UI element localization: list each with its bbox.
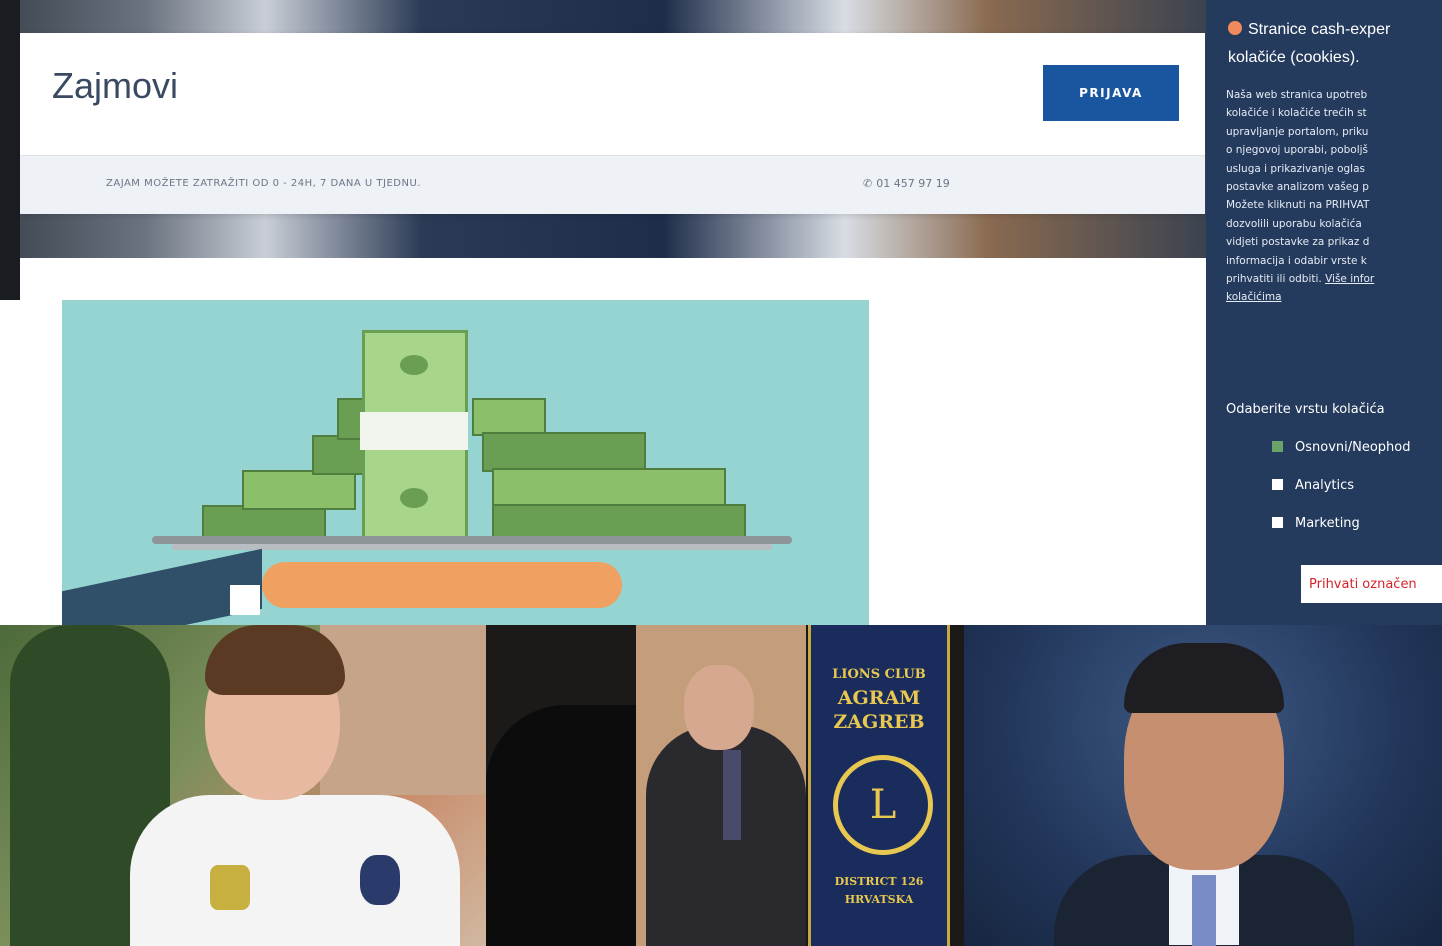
cookie-text-line: upravljanje portalom, priku: [1226, 125, 1369, 138]
photo-hair: [1124, 643, 1284, 713]
cookie-text-line: Možete kliknuti na PRIHVAT: [1226, 199, 1370, 212]
checkbox-checked[interactable]: [1272, 441, 1283, 452]
checkbox[interactable]: [1272, 479, 1283, 490]
banner-bottom-line2: HRVATSKA: [844, 893, 914, 906]
cookie-option-label: Marketing: [1295, 516, 1360, 531]
photo-building: [320, 625, 486, 795]
cookie-title-line1: Stranice cash-exper: [1248, 21, 1391, 38]
phone-contact[interactable]: ✆ 01 457 97 19: [863, 177, 950, 190]
cookie-text-line: o njegovoj uporabi, poboljš: [1226, 144, 1369, 157]
cookie-option-essential[interactable]: Osnovni/Neophod: [1272, 440, 1411, 455]
cookie-type-heading: Odaberite vrstu kolačića: [1226, 402, 1385, 417]
tray-shadow: [172, 544, 772, 550]
bill-circle: [400, 488, 428, 508]
lions-emblem: L: [833, 755, 933, 855]
cookie-title-line2: kolačiće (cookies).: [1228, 49, 1360, 66]
money-stack: [492, 468, 726, 508]
polo-logo: [360, 855, 400, 905]
info-bar: ZAJAM MOŽETE ZATRAŽITI OD 0 - 24H, 7 DAN…: [20, 155, 1205, 214]
money-stack: [492, 504, 746, 540]
banner-text-line2: AGRAM: [837, 687, 921, 709]
serving-tray: [152, 536, 792, 544]
cookie-text-line: vidjeti postavke za prikaz d: [1226, 236, 1370, 249]
photo-piano: [486, 705, 636, 946]
photo-speaker-face: [684, 665, 754, 750]
cookie-text-line: dozvolili uporabu kolačića: [1226, 217, 1362, 230]
cookie-icon: [1228, 21, 1242, 35]
hero-left-edge: [0, 0, 20, 300]
cookie-option-analytics[interactable]: Analytics: [1272, 478, 1354, 493]
more-info-link-line2[interactable]: kolačićima: [1226, 288, 1442, 306]
banner-bottom-line1: DISTRICT 126: [834, 875, 924, 888]
more-info-link[interactable]: Više infor: [1325, 273, 1374, 285]
login-button[interactable]: PRIJAVA: [1043, 65, 1179, 121]
phone-number: 01 457 97 19: [876, 177, 950, 190]
cookie-text-line: kolačiće i kolačiće trećih st: [1226, 107, 1367, 120]
cookie-text-line: postavke analizom vašeg p: [1226, 181, 1369, 194]
cookie-text-line: usluga i prikazivanje oglas: [1226, 162, 1365, 175]
cookie-consent-panel: Stranice cash-exper kolačiće (cookies). …: [1206, 0, 1442, 625]
cookie-option-marketing[interactable]: Marketing: [1272, 516, 1360, 531]
checkbox[interactable]: [1272, 517, 1283, 528]
money-band: [360, 412, 468, 450]
cookie-option-label: Analytics: [1295, 478, 1355, 493]
cookie-text-line: informacija i odabir vrste k: [1226, 254, 1367, 267]
banner-text-line1: LIONS CLUB: [832, 667, 926, 682]
money-stack: [202, 505, 326, 539]
phone-icon: ✆: [863, 177, 873, 190]
cookie-text-line: prihvatiti ili odbiti.: [1226, 273, 1322, 286]
money-stack: [472, 398, 546, 436]
cookie-title: Stranice cash-exper kolačiće (cookies).: [1228, 16, 1442, 72]
shirt-crest: [210, 865, 250, 910]
site-header: Zajmovi PRIJAVA ZAJAM MOŽETE ZATRAŽITI O…: [20, 33, 1205, 214]
cookie-option-label: Osnovni/Neophod: [1295, 440, 1411, 455]
photo-shirt: [130, 795, 460, 946]
photo-tie: [1192, 875, 1216, 946]
brand-logo[interactable]: Zajmovi: [52, 65, 178, 107]
cookie-description: Naša web stranica upotreb kolačiće i kol…: [1226, 86, 1442, 307]
banner-text-line3: ZAGREB: [833, 711, 925, 733]
money-stack: [482, 432, 646, 472]
cookie-text-line: Naša web stranica upotreb: [1226, 89, 1368, 101]
photo-lions-club-speaker: LIONS CLUB AGRAM ZAGREB L DISTRICT 126 H…: [486, 625, 964, 946]
accept-selected-button[interactable]: Prihvati označen: [1301, 565, 1442, 603]
photo-speaker-tie: [723, 750, 741, 840]
photo-hair: [205, 625, 345, 695]
photo-businessman: [964, 625, 1442, 946]
opening-hours-text: ZAJAM MOŽETE ZATRAŽITI OD 0 - 24H, 7 DAN…: [106, 178, 421, 189]
money-stack: [242, 470, 356, 510]
photo-young-man: [0, 625, 486, 946]
hand: [262, 562, 622, 608]
money-illustration: [62, 300, 869, 625]
lions-club-banner: LIONS CLUB AGRAM ZAGREB L DISTRICT 126 H…: [808, 625, 950, 946]
bill-circle: [400, 355, 428, 375]
shirt-cuff: [230, 585, 260, 615]
